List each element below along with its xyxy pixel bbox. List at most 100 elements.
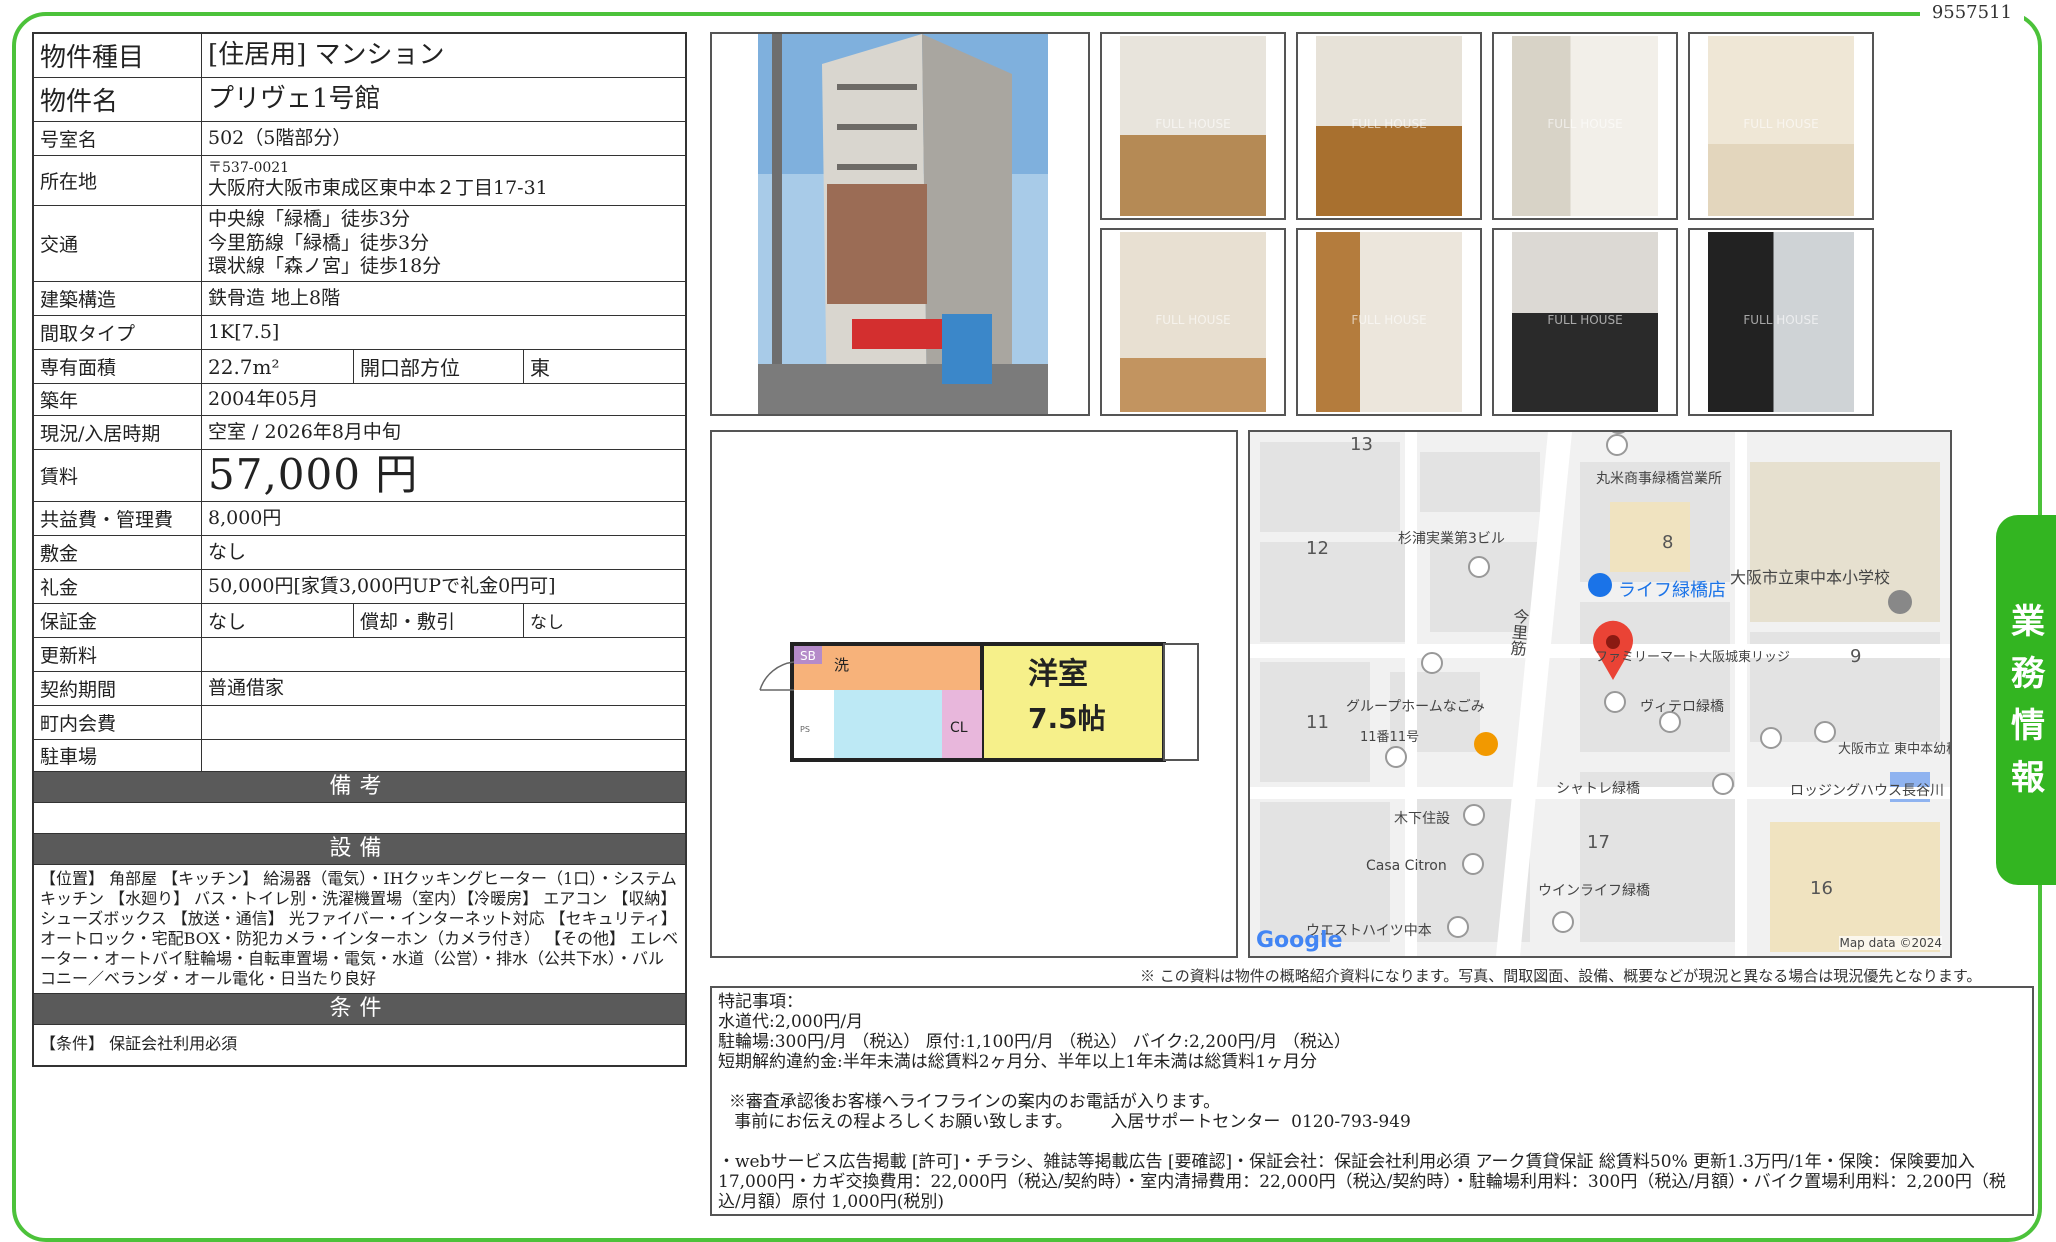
address-value: 大阪府大阪市東成区東中本２丁目17-31 xyxy=(208,177,548,200)
toilet-photo: FULL HOUSE xyxy=(1100,228,1286,416)
room-type-label: 洋室 xyxy=(1028,657,1088,692)
notes-line: ※審査承認後お客様へライフラインの案内のお電話が入ります。 xyxy=(718,1092,1221,1112)
room-photo-2: FULL HOUSE xyxy=(1296,32,1482,220)
notes-line xyxy=(718,1132,2026,1152)
photo-watermark: FULL HOUSE xyxy=(1743,116,1819,131)
row-parking: 駐車場 xyxy=(34,740,685,772)
key-money-label: 礼金 xyxy=(34,570,202,603)
photo-watermark: FULL HOUSE xyxy=(1155,312,1231,327)
notes-line: 水道代:2,000円/月 xyxy=(718,1012,864,1032)
map-poi-label: ヴィテロ緑橋 xyxy=(1640,699,1724,715)
structure-value: 鉄骨造 地上8階 xyxy=(208,286,341,309)
structure-label: 建築構造 xyxy=(34,282,202,315)
photo-watermark: FULL HOUSE xyxy=(1743,312,1819,327)
equipment-text: 【位置】 角部屋 【キッチン】 給湯器（電気）・IHクッキングヒーター（1口）・… xyxy=(34,865,685,994)
row-address: 所在地 〒537-0021 大阪府大阪市東成区東中本２丁目17-31 xyxy=(34,156,685,206)
deposit-value: なし xyxy=(208,540,247,563)
transport-label: 交通 xyxy=(34,206,202,281)
row-rent: 賃料 57,000 円 xyxy=(34,450,685,502)
row-community: 町内会費 xyxy=(34,706,685,740)
built-label: 築年 xyxy=(34,384,202,415)
key-money-value: 50,000円[家賃3,000円UPで礼金0円可] xyxy=(208,574,556,597)
built-value: 2004年05月 xyxy=(208,387,319,410)
disclaimer: ※ この資料は物件の概略紹介資料になります。写真、間取図面、設備、概要などが現況… xyxy=(1140,967,1982,985)
deposit-label: 敷金 xyxy=(34,536,202,569)
map-poi-label: 杉浦実業第3ビル xyxy=(1398,531,1505,547)
map-poi-label: 大阪市立 東中本幼稚園 xyxy=(1838,742,1950,757)
remarks-header: 備考 xyxy=(34,772,685,803)
side-tab-char: 報 xyxy=(2011,758,2045,798)
map-poi-label: ロッジングハウス長谷川 xyxy=(1790,783,1944,799)
ps-label: PS xyxy=(800,725,810,734)
row-name: 物件名 プリヴェ1号館 xyxy=(34,78,685,122)
map-block-number: 13 xyxy=(1350,434,1373,455)
guarantee-value: なし xyxy=(202,604,354,637)
map-poi-label: 丸米商事緑橋営業所 xyxy=(1596,471,1722,487)
row-status: 現況/入居時期 空室 / 2026年8月中旬 xyxy=(34,416,685,450)
conditions-text: 【条件】 保証会社利用必須 xyxy=(40,1034,238,1053)
side-tab-char: 業 xyxy=(2011,602,2045,642)
side-tab-char: 務 xyxy=(2011,654,2045,694)
map-poi-label: 11番11号 xyxy=(1360,730,1420,745)
rent-label: 賃料 xyxy=(34,450,202,501)
row-renewal: 更新料 xyxy=(34,638,685,672)
map-block-number: 11 xyxy=(1306,712,1329,733)
row-structure: 建築構造 鉄骨造 地上8階 xyxy=(34,282,685,316)
fee-label: 共益費・管理費 xyxy=(34,502,202,535)
layout-label: 間取タイプ xyxy=(34,316,202,349)
direction-label: 開口部方位 xyxy=(354,350,524,383)
area-label: 専有面積 xyxy=(34,350,202,383)
document-id: 9557511 xyxy=(1919,2,2024,23)
renewal-label: 更新料 xyxy=(34,638,202,671)
map-poi-label: グループホームなごみ xyxy=(1346,699,1485,715)
map-poi-label: シャトレ緑橋 xyxy=(1556,781,1640,797)
room-photo-1: FULL HOUSE xyxy=(1100,32,1286,220)
map-road-label: 今里筋 xyxy=(1506,607,1531,657)
transport-line: 中央線「緑橋」徒歩3分 xyxy=(208,207,411,230)
map-block-number: 16 xyxy=(1810,878,1833,899)
map-attribution: Map data ©2024 xyxy=(1839,936,1942,950)
notes-line: 特記事項： xyxy=(718,992,803,1012)
map-poi-label: ファミリーマート大阪城東リッジ xyxy=(1595,650,1791,665)
photo-watermark: FULL HOUSE xyxy=(1155,116,1231,131)
room-size-label: 7.5帖 xyxy=(1028,702,1106,735)
notes-line xyxy=(718,1072,2026,1092)
contract-label: 契約期間 xyxy=(34,672,202,705)
room-value: 502（5階部分） xyxy=(208,126,352,149)
wash-label: 洗 xyxy=(834,656,849,674)
row-deposit: 敷金 なし xyxy=(34,536,685,570)
postal-code: 〒537-0021 xyxy=(208,159,290,176)
closet-label: CL xyxy=(950,720,968,736)
notes-line: 事前にお伝えの程よろしくお願い致します。 入居サポートセンター 0120-793… xyxy=(718,1112,1411,1132)
address-label: 所在地 xyxy=(34,156,202,205)
row-area: 専有面積 22.7m² 開口部方位 東 xyxy=(34,350,685,384)
map-poi-label: ライフ緑橋店 xyxy=(1618,580,1726,601)
row-contract: 契約期間 普通借家 xyxy=(34,672,685,706)
floor-plan: SB 洗 PS CL 洋室 7.5帖 xyxy=(710,430,1238,958)
equipment-header: 設備 xyxy=(34,834,685,865)
type-value: [住居用] マンション xyxy=(208,40,445,71)
map-poi-label: ウインライフ緑橋 xyxy=(1538,883,1650,899)
transport-line: 環状線「森ノ宮」徒歩18分 xyxy=(208,255,442,278)
map-block-number: 8 xyxy=(1662,532,1674,553)
row-key-money: 礼金 50,000円[家賃3,000円UPで礼金0円可] xyxy=(34,570,685,604)
building-exterior-photo xyxy=(710,32,1090,416)
status-value: 空室 / 2026年8月中旬 xyxy=(208,420,401,443)
parking-label: 駐車場 xyxy=(34,740,202,771)
transport-line: 今里筋線「緑橋」徒歩3分 xyxy=(208,231,430,254)
area-value: 22.7m² xyxy=(202,350,354,383)
google-logo: Google xyxy=(1256,928,1343,953)
row-guarantee: 保証金 なし 償却・敷引 なし xyxy=(34,604,685,638)
notes-line: 短期解約違約金:半年未満は総賃料2ヶ月分、半年以上1年未満は総賃料1ヶ月分 xyxy=(718,1052,1318,1072)
map-poi-label: 木下住設 xyxy=(1394,811,1450,827)
row-room: 号室名 502（5階部分） xyxy=(34,122,685,156)
amort-value: なし xyxy=(530,613,564,633)
business-info-tab[interactable]: 業 務 情 報 xyxy=(1996,515,2056,885)
photo-watermark: FULL HOUSE xyxy=(1351,312,1427,327)
property-info-table: 物件種目 [住居用] マンション 物件名 プリヴェ1号館 号室名 502（5階部… xyxy=(32,32,687,1067)
closet-photo: FULL HOUSE xyxy=(1296,228,1482,416)
building-image xyxy=(758,34,1048,414)
aircon-photo: FULL HOUSE xyxy=(1492,228,1678,416)
community-value xyxy=(202,706,685,739)
side-tab-char: 情 xyxy=(2011,706,2045,746)
